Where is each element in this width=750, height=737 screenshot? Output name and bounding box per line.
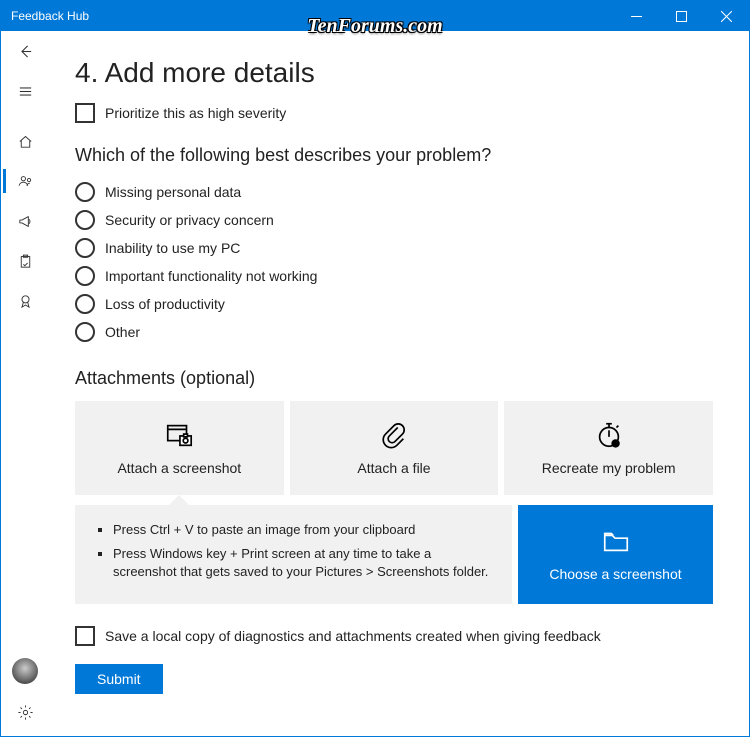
checkbox-icon	[75, 103, 95, 123]
attach-file-card[interactable]: Attach a file	[290, 401, 499, 495]
save-local-label: Save a local copy of diagnostics and att…	[105, 628, 601, 644]
radio-label: Missing personal data	[105, 184, 241, 200]
attach-screenshot-label: Attach a screenshot	[117, 460, 241, 476]
problem-radio-group: Missing personal data Security or privac…	[75, 178, 713, 346]
window-title: Feedback Hub	[11, 9, 89, 23]
nav-announcements-icon[interactable]	[1, 201, 49, 241]
user-avatar[interactable]	[12, 658, 38, 684]
tip-item: Press Windows key + Print screen at any …	[113, 545, 494, 581]
attach-screenshot-card[interactable]: Attach a screenshot	[75, 401, 284, 495]
radio-icon	[75, 238, 95, 258]
save-local-checkbox[interactable]: Save a local copy of diagnostics and att…	[75, 626, 713, 646]
problem-question: Which of the following best describes yo…	[75, 145, 713, 166]
radio-option[interactable]: Missing personal data	[75, 178, 713, 206]
choose-screenshot-button[interactable]: Choose a screenshot	[518, 505, 713, 604]
nav-settings-icon[interactable]	[1, 692, 49, 732]
close-button[interactable]	[704, 1, 749, 31]
radio-option[interactable]: Loss of productivity	[75, 290, 713, 318]
nav-home-icon[interactable]	[1, 121, 49, 161]
sidebar	[1, 31, 49, 736]
submit-button[interactable]: Submit	[75, 664, 163, 694]
screenshot-icon	[164, 420, 194, 450]
radio-label: Inability to use my PC	[105, 240, 240, 256]
radio-icon	[75, 182, 95, 202]
radio-label: Loss of productivity	[105, 296, 225, 312]
back-button[interactable]	[1, 31, 49, 71]
severity-label: Prioritize this as high severity	[105, 105, 286, 121]
radio-option[interactable]: Inability to use my PC	[75, 234, 713, 262]
maximize-button[interactable]	[659, 1, 704, 31]
attach-file-label: Attach a file	[357, 460, 430, 476]
minimize-button[interactable]	[614, 1, 659, 31]
recreate-problem-card[interactable]: Recreate my problem	[504, 401, 713, 495]
choose-screenshot-label: Choose a screenshot	[549, 566, 681, 582]
severity-checkbox[interactable]: Prioritize this as high severity	[75, 103, 713, 123]
paperclip-icon	[379, 420, 409, 450]
radio-icon	[75, 266, 95, 286]
radio-option[interactable]: Other	[75, 318, 713, 346]
stopwatch-icon	[594, 420, 624, 450]
radio-option[interactable]: Security or privacy concern	[75, 206, 713, 234]
radio-option[interactable]: Important functionality not working	[75, 262, 713, 290]
title-bar: Feedback Hub	[1, 1, 749, 31]
radio-label: Security or privacy concern	[105, 212, 274, 228]
radio-label: Important functionality not working	[105, 268, 317, 284]
screenshot-tips: Press Ctrl + V to paste an image from yo…	[75, 505, 512, 604]
nav-feedback-icon[interactable]	[1, 161, 49, 201]
folder-icon	[601, 526, 631, 556]
section-heading: 4. Add more details	[75, 57, 713, 89]
radio-icon	[75, 322, 95, 342]
tip-item: Press Ctrl + V to paste an image from yo…	[113, 521, 494, 539]
nav-quests-icon[interactable]	[1, 241, 49, 281]
radio-icon	[75, 210, 95, 230]
checkbox-icon	[75, 626, 95, 646]
nav-achievements-icon[interactable]	[1, 281, 49, 321]
radio-label: Other	[105, 324, 140, 340]
main-content: 4. Add more details Prioritize this as h…	[49, 31, 749, 736]
radio-icon	[75, 294, 95, 314]
attachments-heading: Attachments (optional)	[75, 368, 713, 389]
recreate-problem-label: Recreate my problem	[542, 460, 676, 476]
hamburger-menu-icon[interactable]	[1, 71, 49, 111]
